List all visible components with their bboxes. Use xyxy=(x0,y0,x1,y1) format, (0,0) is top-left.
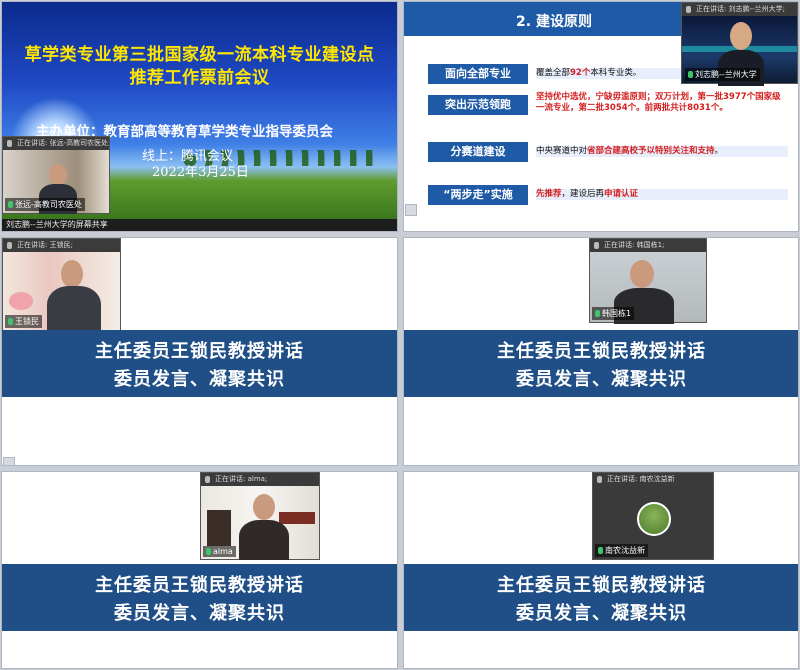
speech-banner: 主任委员王锁民教授讲话 委员发言、凝聚共识 xyxy=(404,564,798,631)
speaker-video: 刘志鹏--兰州大学 xyxy=(682,16,797,86)
principle-label: 分赛道建设 xyxy=(428,142,528,162)
mic-icon xyxy=(594,242,599,249)
speaking-indicator: 正在讲话: 韩国栋1; xyxy=(590,239,706,252)
speaker-video-tile[interactable]: 正在讲话: 南农沈益新 南农沈益新 xyxy=(592,472,714,560)
speaking-indicator: 正在讲话: 张远-高教司农医处; xyxy=(3,137,109,150)
speaker-video-tile[interactable]: 正在讲话: 刘志鹏--兰州大学; 刘志鹏--兰州大学 xyxy=(681,2,798,86)
mic-icon xyxy=(597,476,602,483)
speaker-video: 韩国栋1 xyxy=(590,252,706,324)
expand-icon[interactable] xyxy=(405,204,417,216)
screen-share-title-slide: 草学类专业第三批国家级一流本科专业建设点 推荐工作票前会议 主办单位：教育部高等… xyxy=(1,1,398,232)
mic-active-icon xyxy=(598,547,603,554)
meeting-date: 2022年3月25日 xyxy=(152,165,249,180)
speaker-panel-1: 正在讲话: 王锁民; 王锁民 主任委员王锁民教授讲话 委员发言、凝聚共识 xyxy=(1,237,398,466)
banner-line2: 委员发言、凝聚共识 xyxy=(516,603,687,624)
speaker-name-label: 张远-高教司农医处 xyxy=(5,198,85,211)
mic-icon xyxy=(686,6,691,13)
speech-banner: 主任委员王锁民教授讲话 委员发言、凝聚共识 xyxy=(2,564,397,631)
mic-active-icon xyxy=(595,310,600,317)
speaker-name-label: alma xyxy=(203,546,236,557)
speaker-panel-4: 正在讲话: 南农沈益新 南农沈益新 主任委员王锁民教授讲话 委员发言、凝聚共识 xyxy=(403,471,799,669)
expand-icon[interactable] xyxy=(3,457,15,465)
principle-text: 先推荐，建设后再申请认证 xyxy=(536,189,788,200)
mic-icon xyxy=(7,140,12,147)
mic-icon xyxy=(205,476,210,483)
avatar xyxy=(637,502,671,536)
speaker-name-label: 王锁民 xyxy=(5,315,42,328)
speaker-video: alma xyxy=(201,486,319,560)
speaker-name-label: 南农沈益新 xyxy=(595,544,648,557)
principle-text: 中央赛道中对省部合建高校予以特别关注和支持。 xyxy=(536,146,788,157)
banner-line1: 主任委员王锁民教授讲话 xyxy=(95,341,304,362)
banner-line1: 主任委员王锁民教授讲话 xyxy=(497,575,706,596)
speaking-indicator: 正在讲话: 王锁民; xyxy=(3,239,120,252)
principle-text: 坚持优中选优，宁缺毋滥原则；双万计划，第一批3977个国家级一流专业，第二批30… xyxy=(536,92,781,113)
mic-active-icon xyxy=(8,201,13,208)
speaker-video: 王锁民 xyxy=(3,252,120,332)
principle-label: 面向全部专业 xyxy=(428,64,528,84)
banner-line1: 主任委员王锁民教授讲话 xyxy=(497,341,706,362)
slide-title-line1: 草学类专业第三批国家级一流本科专业建设点 xyxy=(24,45,375,65)
speaker-video-tile[interactable]: 正在讲话: 韩国栋1; 韩国栋1 xyxy=(589,238,707,324)
banner-line2: 委员发言、凝聚共识 xyxy=(114,369,285,390)
banner-line2: 委员发言、凝聚共识 xyxy=(516,369,687,390)
mic-active-icon xyxy=(688,71,693,78)
speech-banner: 主任委员王锁民教授讲话 委员发言、凝聚共识 xyxy=(404,330,798,397)
speaker-video: 张远-高教司农医处 xyxy=(3,150,109,214)
mic-active-icon xyxy=(8,318,13,325)
speaker-video-tile[interactable]: 正在讲话: 王锁民; 王锁民 xyxy=(2,238,121,332)
screen-share-principles-slide: 2. 建设原则 面向全部专业 覆盖全部92个本科专业类。 突出示范领跑 坚持优中… xyxy=(403,1,799,232)
speaker-name-label: 刘志鹏--兰州大学 xyxy=(685,68,760,81)
speaker-panel-3: 正在讲话: alma; alma 主任委员王锁民教授讲话 委员发言、凝聚共识 xyxy=(1,471,398,669)
speaker-video: 南农沈益新 xyxy=(593,486,713,559)
banner-line1: 主任委员王锁民教授讲话 xyxy=(95,575,304,596)
screen-share-label: 刘志鹏--兰州大学的屏幕共享 xyxy=(2,219,397,231)
speaker-video-tile[interactable]: 正在讲话: alma; alma xyxy=(200,472,320,560)
mic-active-icon xyxy=(206,548,211,555)
slide-title-line2: 推荐工作票前会议 xyxy=(129,68,270,88)
slide-heading: 2. 建设原则 xyxy=(516,14,592,30)
speaking-indicator: 正在讲话: 刘志鹏--兰州大学; xyxy=(682,3,797,16)
principle-label: “两步走”实施 xyxy=(428,185,528,205)
speaker-name-label: 韩国栋1 xyxy=(592,307,635,320)
speaking-indicator: 正在讲话: 南农沈益新 xyxy=(593,473,713,486)
speaker-panel-2: 正在讲话: 韩国栋1; 韩国栋1 主任委员王锁民教授讲话 委员发言、凝聚共识 xyxy=(403,237,799,466)
banner-line2: 委员发言、凝聚共识 xyxy=(114,603,285,624)
mic-icon xyxy=(7,242,12,249)
speaker-video-tile[interactable]: 正在讲话: 张远-高教司农医处; 张远-高教司农医处 xyxy=(2,136,110,214)
speech-banner: 主任委员王锁民教授讲话 委员发言、凝聚共识 xyxy=(2,330,397,397)
speaking-indicator: 正在讲话: alma; xyxy=(201,473,319,486)
principle-label: 突出示范领跑 xyxy=(428,95,528,115)
